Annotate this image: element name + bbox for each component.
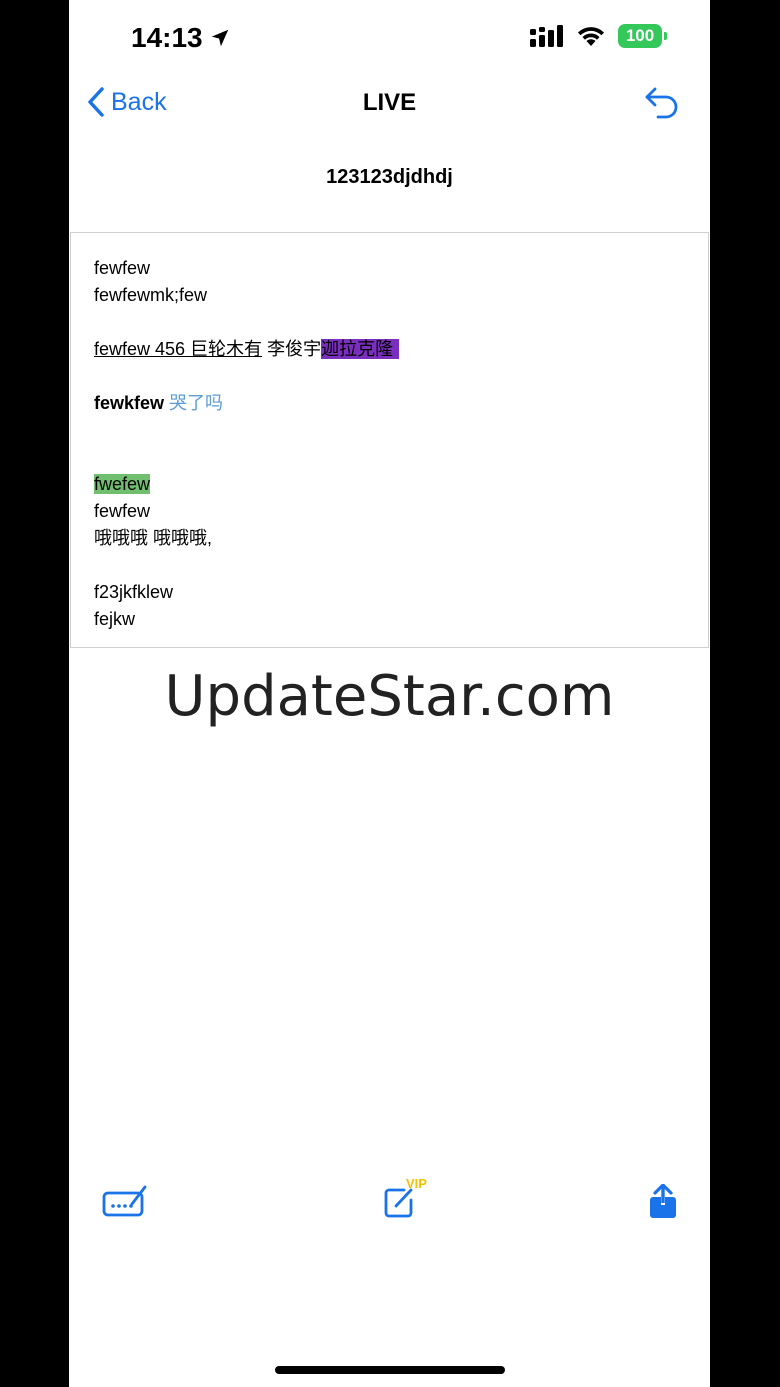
green-highlighted-text: fwefew: [94, 474, 151, 494]
status-time: 14:13: [131, 22, 231, 54]
compose-vip-button[interactable]: VIP: [384, 1176, 427, 1223]
cellular-signal-icon: [530, 25, 563, 47]
keyboard-pen-icon: [102, 1185, 147, 1217]
battery-level: 100: [625, 26, 655, 45]
status-icons: 100: [530, 24, 667, 48]
wifi-icon: [578, 27, 604, 46]
note-line-formatted: fewfew 456 巨轮木有 李俊宇迦拉克隆: [94, 336, 400, 363]
battery-indicator: 100: [618, 24, 667, 48]
note-line: 哦哦哦 哦哦哦,: [94, 528, 213, 548]
bold-text: fewkfew: [94, 393, 165, 413]
home-indicator[interactable]: [275, 1366, 505, 1374]
keyboard-edit-button[interactable]: [102, 1182, 148, 1223]
share-icon: [650, 1183, 676, 1218]
note-line-formatted: fwefew: [94, 471, 399, 498]
watermark: UpdateStar.com: [164, 664, 615, 729]
plain-text: 李俊宇: [262, 339, 322, 359]
note-line: f23jkfklew: [94, 582, 174, 602]
share-button[interactable]: [648, 1183, 678, 1225]
note-line: fejkw: [94, 609, 136, 629]
page-title: LIVE: [362, 89, 417, 116]
underlined-text: fewfew 456 巨轮木有: [94, 339, 263, 359]
status-time-text: 14:13: [131, 22, 203, 53]
note-line: fewfew: [94, 501, 151, 521]
purple-highlighted-text: 迦拉克隆: [321, 339, 400, 359]
reply-arrow-icon: [645, 87, 678, 119]
blue-text: 哭了吗: [164, 393, 224, 413]
note-line-formatted: fewkfew 哭了吗: [94, 390, 399, 417]
note-content: fewfew fewfewmk;few fewfew 456 巨轮木有 李俊宇迦…: [94, 255, 400, 633]
reply-button[interactable]: [644, 86, 680, 125]
vip-badge: VIP: [406, 1176, 427, 1191]
location-arrow-icon: [211, 29, 228, 47]
note-line: fewfewmk;few: [94, 285, 208, 305]
note-content-box[interactable]: fewfew fewfewmk;few fewfew 456 巨轮木有 李俊宇迦…: [70, 232, 709, 648]
screen: 14:13 100 Back LIVE 123123djdhdj fewfew …: [69, 0, 710, 1387]
note-title: 123123djdhdj: [326, 166, 453, 188]
note-line: fewfew: [94, 258, 151, 278]
